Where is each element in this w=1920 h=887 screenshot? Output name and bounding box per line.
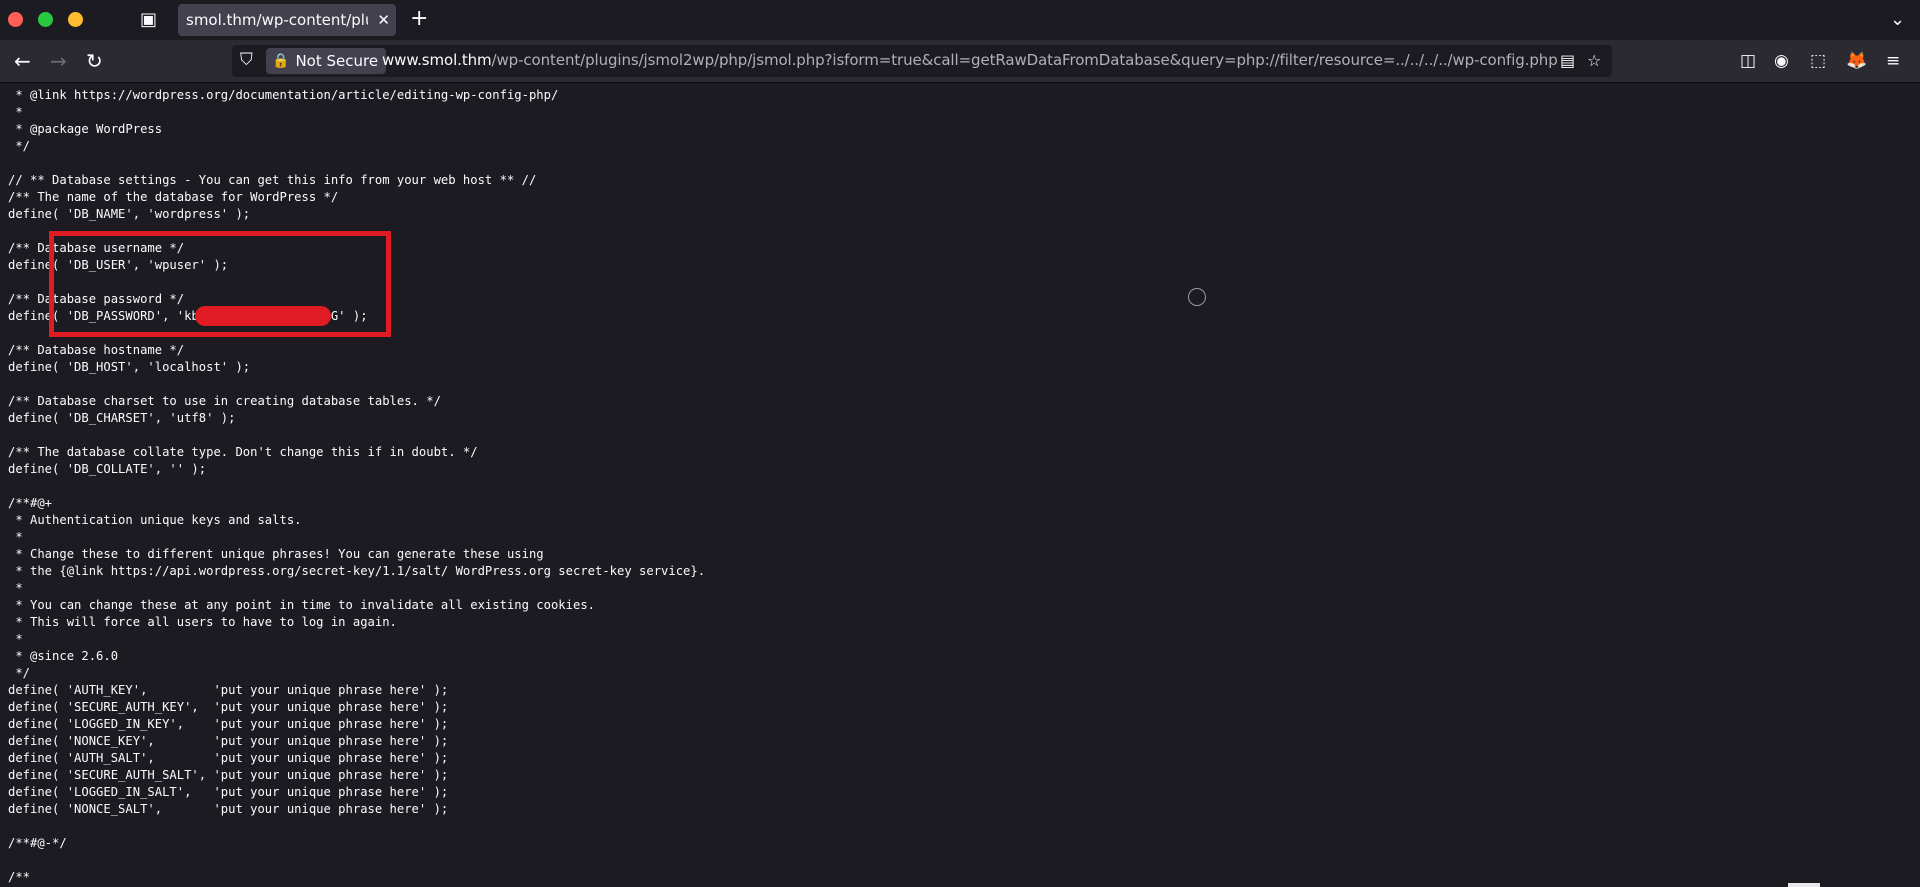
source-line: * the {@link https://api.wordpress.org/s… [8,564,706,578]
page-content: * @link https://wordpress.org/documentat… [0,83,1920,887]
source-line: /**#@+ [8,496,53,510]
source-line: * [8,105,23,119]
source-line: /** Database charset to use in creating … [8,394,441,408]
source-text: * @link https://wordpress.org/documentat… [0,83,1920,886]
source-line: define( 'DB_USER', 'wpuser' ); [8,258,229,272]
maximize-window-button[interactable] [38,12,53,27]
lock-icon: 🔒 [272,53,290,69]
extensions-icon[interactable]: ⬚ [1810,51,1826,71]
bookmark-star-icon[interactable]: ☆ [1587,51,1601,70]
source-line: define( 'NONCE_SALT', 'put your unique p… [8,802,449,816]
reader-view-icon[interactable]: ▤ [1560,51,1575,70]
url-bar[interactable]: ⛉ 🔒 Not Secure www.smol.thm/wp-content/p… [232,45,1612,77]
source-line: define( 'LOGGED_IN_SALT', 'put your uniq… [8,785,449,799]
source-line: define( 'AUTH_KEY', 'put your unique phr… [8,683,449,697]
menu-icon[interactable]: ≡ [1886,51,1900,71]
source-line: define( 'AUTH_SALT', 'put your unique ph… [8,751,449,765]
source-line: * You can change these at any point in t… [8,598,595,612]
source-line: define( 'LOGGED_IN_KEY', 'put your uniqu… [8,717,449,731]
source-line: define( 'SECURE_AUTH_SALT', 'put your un… [8,768,449,782]
reload-button[interactable]: ↻ [86,49,103,73]
source-line: * Change these to different unique phras… [8,547,544,561]
new-tab-button[interactable]: + [410,8,428,30]
tab-bar: ▣ smol.thm/wp-content/plugin ✕ + ⌄ [0,0,1920,40]
mouse-cursor [1188,288,1206,306]
source-line: */ [8,666,31,680]
source-line: /** The name of the database for WordPre… [8,190,339,204]
tab-title: smol.thm/wp-content/plugin [186,11,368,29]
source-line: /**#@-*/ [8,836,67,850]
source-line: /** Database password */ [8,292,185,306]
scrollbar[interactable] [1788,883,1820,887]
source-line: // ** Database settings - You can get th… [8,173,537,187]
source-line: /** The database collate type. Don't cha… [8,445,478,459]
source-line: define( 'DB_CHARSET', 'utf8' ); [8,411,236,425]
source-line: * [8,632,23,646]
source-line: define( 'NONCE_KEY', 'put your unique ph… [8,734,449,748]
account-icon[interactable]: ◉ [1774,51,1789,71]
minimize-window-button[interactable] [68,12,83,27]
not-secure-label: Not Secure [295,52,379,70]
source-line: /** Database username */ [8,241,185,255]
source-line: */ [8,139,31,153]
source-line: define( 'SECURE_AUTH_KEY', 'put your uni… [8,700,449,714]
url-domain: www.smol.thm [382,51,492,69]
source-line: * This will force all users to have to l… [8,615,397,629]
tabs-icon[interactable]: ▣ [140,10,157,30]
profile-icon[interactable]: 🦊 [1846,51,1867,71]
shield-icon[interactable]: ⛉ [240,50,253,70]
source-line: * @since 2.6.0 [8,649,119,663]
source-line: * [8,581,23,595]
source-line: * @package WordPress [8,122,163,136]
source-line: define( 'DB_HOST', 'localhost' ); [8,360,251,374]
navigation-toolbar: ← → ↻ ⛉ 🔒 Not Secure www.smol.thm/wp-con… [0,40,1920,83]
url-path: /wp-content/plugins/jsmol2wp/php/jsmol.p… [491,51,1558,69]
forward-button[interactable]: → [50,49,67,73]
url-input[interactable]: www.smol.thm/wp-content/plugins/jsmol2wp… [382,51,1558,69]
source-line: define( 'DB_NAME', 'wordpress' ); [8,207,251,221]
source-line: * [8,530,23,544]
back-button[interactable]: ← [14,49,31,73]
chevron-down-icon[interactable]: ⌄ [1890,9,1905,30]
tab-active[interactable]: smol.thm/wp-content/plugin ✕ [178,4,396,36]
source-line: /** [8,870,31,884]
close-window-button[interactable] [8,12,23,27]
pocket-icon[interactable]: ◫ [1740,51,1756,71]
source-line: /** Database hostname */ [8,343,185,357]
security-indicator[interactable]: 🔒 Not Secure [266,48,387,74]
source-line: define( 'DB_COLLATE', '' ); [8,462,207,476]
redaction-mark [195,306,331,326]
source-line: * @link https://wordpress.org/documentat… [8,88,559,102]
close-icon[interactable]: ✕ [377,10,390,30]
source-line: * Authentication unique keys and salts. [8,513,302,527]
